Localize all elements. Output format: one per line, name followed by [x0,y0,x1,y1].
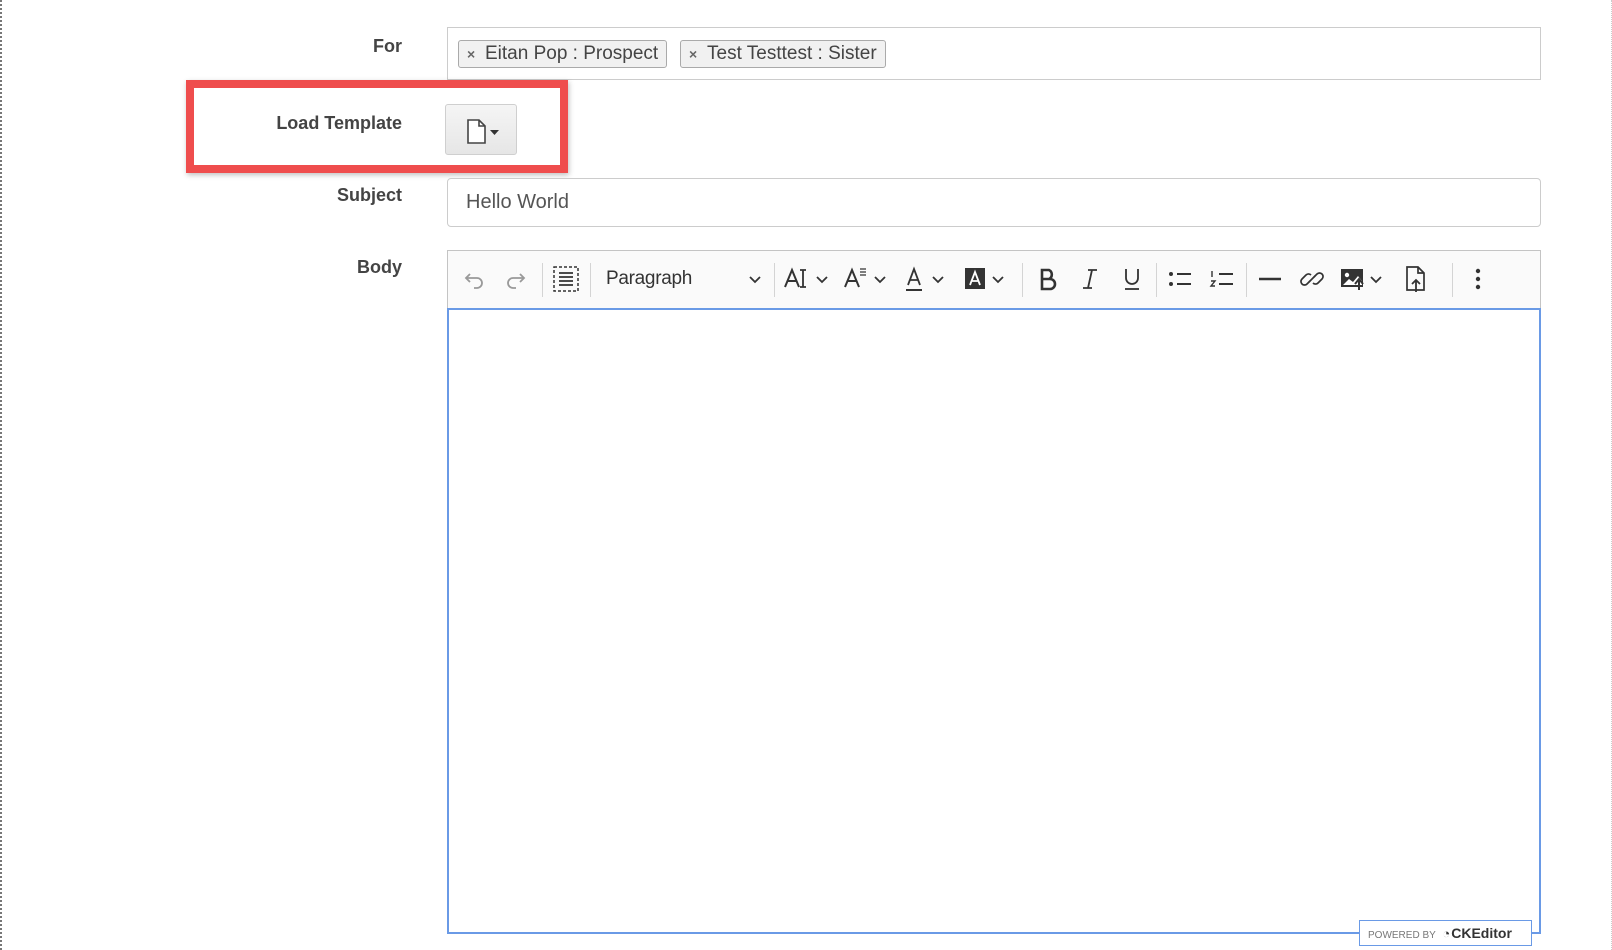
recipient-name: Eitan Pop : Prospect [485,43,659,64]
underline-icon [1125,269,1139,290]
recipient-tag[interactable]: × Eitan Pop : Prospect [458,40,668,68]
numbered-list-button[interactable] [1204,259,1240,299]
image-upload-icon [1341,269,1382,290]
font-background-color-dropdown[interactable] [960,259,1016,299]
redo-icon [507,273,526,289]
more-vertical-icon [1475,268,1481,290]
powered-by-brand: CKEditor [1451,925,1512,941]
horizontal-line-icon [1259,277,1281,281]
undo-icon [464,273,483,289]
subject-input[interactable] [447,178,1541,227]
font-size-dropdown[interactable] [780,259,836,299]
font-size-icon [784,267,828,288]
bold-button[interactable] [1030,259,1066,299]
more-items-button[interactable] [1460,259,1496,299]
compose-form: For × Eitan Pop : Prospect × Test Testte… [0,0,1612,950]
body-label: Body [357,257,402,277]
editor-toolbar: Paragraph [447,250,1541,308]
remove-recipient-icon[interactable]: × [467,41,475,67]
select-all-button[interactable] [548,259,584,299]
background-color-icon [965,268,1004,289]
horizontal-line-button[interactable] [1252,259,1288,299]
ckeditor-logo-icon: ◔ [1442,926,1451,941]
italic-button[interactable] [1072,259,1108,299]
link-button[interactable] [1294,259,1330,299]
file-upload-icon [1406,266,1425,292]
font-color-dropdown[interactable] [900,259,956,299]
heading-dropdown-value: Paragraph [606,268,693,289]
numbered-list-icon [1209,271,1233,287]
chevron-down-icon [749,276,761,284]
remove-recipient-icon[interactable]: × [689,41,697,67]
underline-button[interactable] [1114,259,1150,299]
select-all-icon [553,266,579,292]
toolbar-separator [1246,263,1247,297]
bulleted-list-icon [1169,272,1191,286]
redo-button[interactable] [498,259,534,299]
powered-by-badge[interactable]: POWERED BY ◔CKEditor [1359,920,1532,946]
heading-dropdown[interactable]: Paragraph [598,259,768,299]
subject-label: Subject [336,185,402,205]
toolbar-separator [1156,263,1157,297]
recipients-field[interactable]: × Eitan Pop : Prospect × Test Testtest :… [447,27,1541,80]
powered-by-text: POWERED BY [1368,930,1436,941]
font-family-icon [844,267,886,288]
toolbar-separator [774,263,775,297]
body-editor[interactable] [447,308,1541,934]
font-color-icon [906,266,944,291]
insert-image-dropdown[interactable] [1336,259,1392,299]
bold-icon [1040,268,1057,291]
insert-file-button[interactable] [1398,259,1434,299]
recipient-name: Test Testtest : Sister [707,43,877,64]
toolbar-separator [542,263,543,297]
toolbar-separator [590,263,591,297]
load-template-label: Load Template [276,113,402,133]
italic-icon [1083,269,1097,289]
for-label: For [373,36,402,56]
toolbar-separator [1452,263,1453,297]
bulleted-list-button[interactable] [1162,259,1198,299]
load-template-button[interactable] [445,104,517,155]
document-dropdown-icon [467,119,499,144]
recipient-tag[interactable]: × Test Testtest : Sister [680,40,886,68]
font-family-dropdown[interactable] [840,259,896,299]
toolbar-separator [1022,263,1023,297]
link-icon [1300,272,1324,286]
undo-button[interactable] [456,259,492,299]
